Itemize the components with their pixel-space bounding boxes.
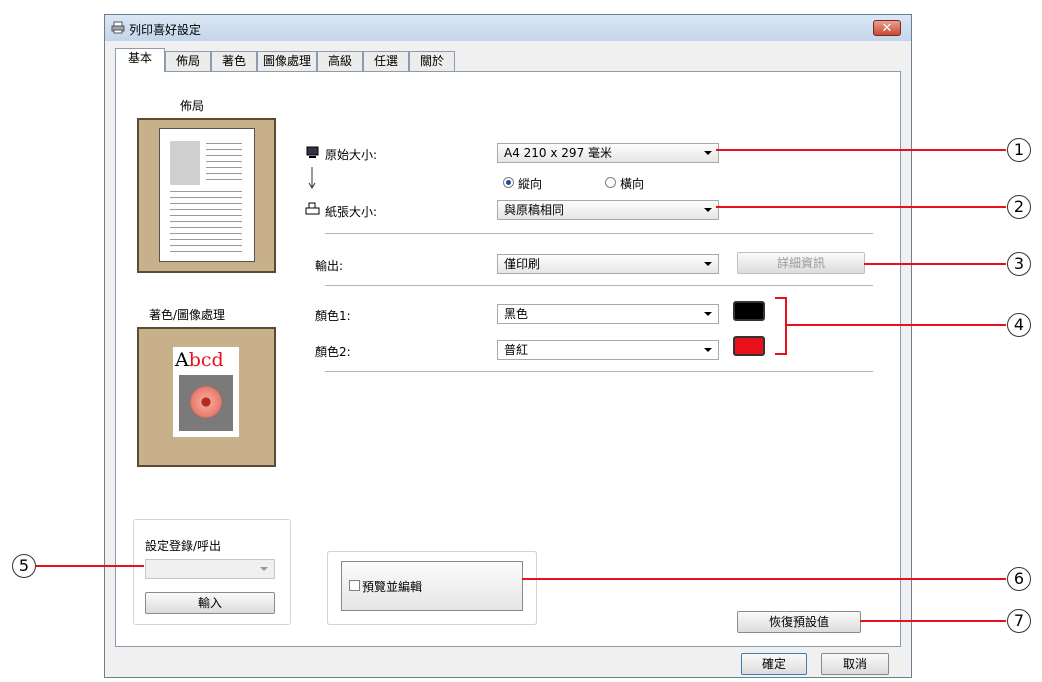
original-size-value: A4 210 x 297 毫米 bbox=[504, 146, 613, 160]
restore-defaults-button[interactable]: 恢復預設值 bbox=[737, 611, 861, 633]
callout-6: 6 bbox=[1007, 567, 1031, 591]
landscape-label: 橫向 bbox=[620, 177, 645, 191]
flower-icon bbox=[189, 385, 223, 419]
tab-about[interactable]: 關於 bbox=[409, 51, 455, 71]
callout-7: 7 bbox=[1007, 609, 1031, 633]
settings-select[interactable] bbox=[145, 559, 275, 579]
color1-value: 黑色 bbox=[504, 307, 529, 321]
paper-size-select[interactable]: 與原稿相同 bbox=[497, 200, 719, 220]
sample-text-black: A bbox=[175, 349, 189, 371]
callout-line-1 bbox=[716, 149, 1006, 151]
tab-advanced[interactable]: 高級 bbox=[317, 51, 363, 71]
original-size-label: 原始大小: bbox=[325, 148, 378, 162]
callout-5: 5 bbox=[12, 554, 36, 578]
layout-preview bbox=[137, 118, 276, 273]
portrait-radio[interactable] bbox=[503, 177, 514, 188]
chevron-down-icon bbox=[260, 567, 268, 571]
preview-edit-checkbox[interactable] bbox=[349, 580, 360, 591]
preview-edit-button[interactable]: 預覽並編輯 bbox=[341, 561, 523, 611]
paper-size-label: 紙張大小: bbox=[325, 205, 378, 219]
details-button[interactable]: 詳細資訊 bbox=[737, 252, 865, 274]
page-thumbnail bbox=[159, 128, 255, 262]
arrow-down-icon bbox=[308, 167, 316, 189]
callout-2: 2 bbox=[1007, 195, 1031, 219]
monitor-icon bbox=[306, 146, 319, 158]
callout-3: 3 bbox=[1007, 252, 1031, 276]
paper-size-value: 與原稿相同 bbox=[504, 203, 565, 217]
input-button[interactable]: 輸入 bbox=[145, 592, 275, 614]
text-lines-short bbox=[206, 143, 242, 183]
title-bar: 列印喜好設定 ✕ bbox=[105, 15, 911, 41]
text-lines-long bbox=[170, 191, 242, 253]
color-preview: Abcd bbox=[137, 327, 276, 467]
tab-coloring[interactable]: 著色 bbox=[211, 51, 257, 71]
original-size-select[interactable]: A4 210 x 297 毫米 bbox=[497, 143, 719, 163]
layout-preview-label: 佈局 bbox=[180, 99, 205, 113]
ok-button[interactable]: 確定 bbox=[741, 653, 807, 675]
color-preview-label: 著色/圖像處理 bbox=[149, 308, 226, 322]
color-sample-card: Abcd bbox=[173, 347, 239, 437]
color1-select[interactable]: 黑色 bbox=[497, 304, 719, 324]
chevron-down-icon bbox=[704, 348, 712, 352]
tab-basic[interactable]: 基本 bbox=[115, 48, 165, 72]
color2-select[interactable]: 普紅 bbox=[497, 340, 719, 360]
chevron-down-icon bbox=[704, 262, 712, 266]
chevron-down-icon bbox=[704, 312, 712, 316]
callout-line-5 bbox=[36, 565, 144, 567]
preview-edit-label: 預覽並編輯 bbox=[362, 580, 423, 594]
color2-swatch bbox=[733, 336, 765, 356]
callout-line-4 bbox=[787, 324, 1006, 326]
chevron-down-icon bbox=[704, 208, 712, 212]
callout-1: 1 bbox=[1007, 138, 1031, 162]
divider bbox=[325, 233, 873, 234]
tab-options[interactable]: 任選 bbox=[363, 51, 409, 71]
landscape-radio[interactable] bbox=[605, 177, 616, 188]
tab-layout[interactable]: 佈局 bbox=[165, 51, 211, 71]
callout-line-6 bbox=[522, 578, 1006, 580]
output-value: 僅印刷 bbox=[504, 257, 541, 271]
callout-bracket-4 bbox=[775, 297, 787, 355]
callout-line-7 bbox=[860, 620, 1006, 622]
color1-label: 顏色1: bbox=[315, 309, 351, 323]
divider bbox=[325, 285, 873, 286]
color1-swatch bbox=[733, 301, 765, 321]
callout-line-2 bbox=[716, 206, 1006, 208]
divider bbox=[325, 371, 873, 372]
sample-text-red: bcd bbox=[188, 349, 224, 371]
color2-label: 顏色2: bbox=[315, 345, 351, 359]
callout-4: 4 bbox=[1007, 313, 1031, 337]
chevron-down-icon bbox=[704, 151, 712, 155]
tab-image-processing[interactable]: 圖像處理 bbox=[257, 51, 317, 71]
color2-value: 普紅 bbox=[504, 343, 529, 357]
callout-line-3 bbox=[864, 263, 1006, 265]
image-placeholder bbox=[170, 141, 200, 185]
printer-icon bbox=[111, 21, 125, 34]
output-label: 輸出: bbox=[315, 259, 344, 273]
window-title: 列印喜好設定 bbox=[129, 23, 202, 37]
printer-output-icon bbox=[305, 202, 320, 215]
portrait-label: 縱向 bbox=[518, 177, 543, 191]
flower-photo bbox=[179, 375, 233, 431]
cancel-button[interactable]: 取消 bbox=[821, 653, 889, 675]
close-button[interactable]: ✕ bbox=[873, 20, 901, 36]
output-select[interactable]: 僅印刷 bbox=[497, 254, 719, 274]
settings-group-title: 設定登錄/呼出 bbox=[145, 539, 222, 553]
